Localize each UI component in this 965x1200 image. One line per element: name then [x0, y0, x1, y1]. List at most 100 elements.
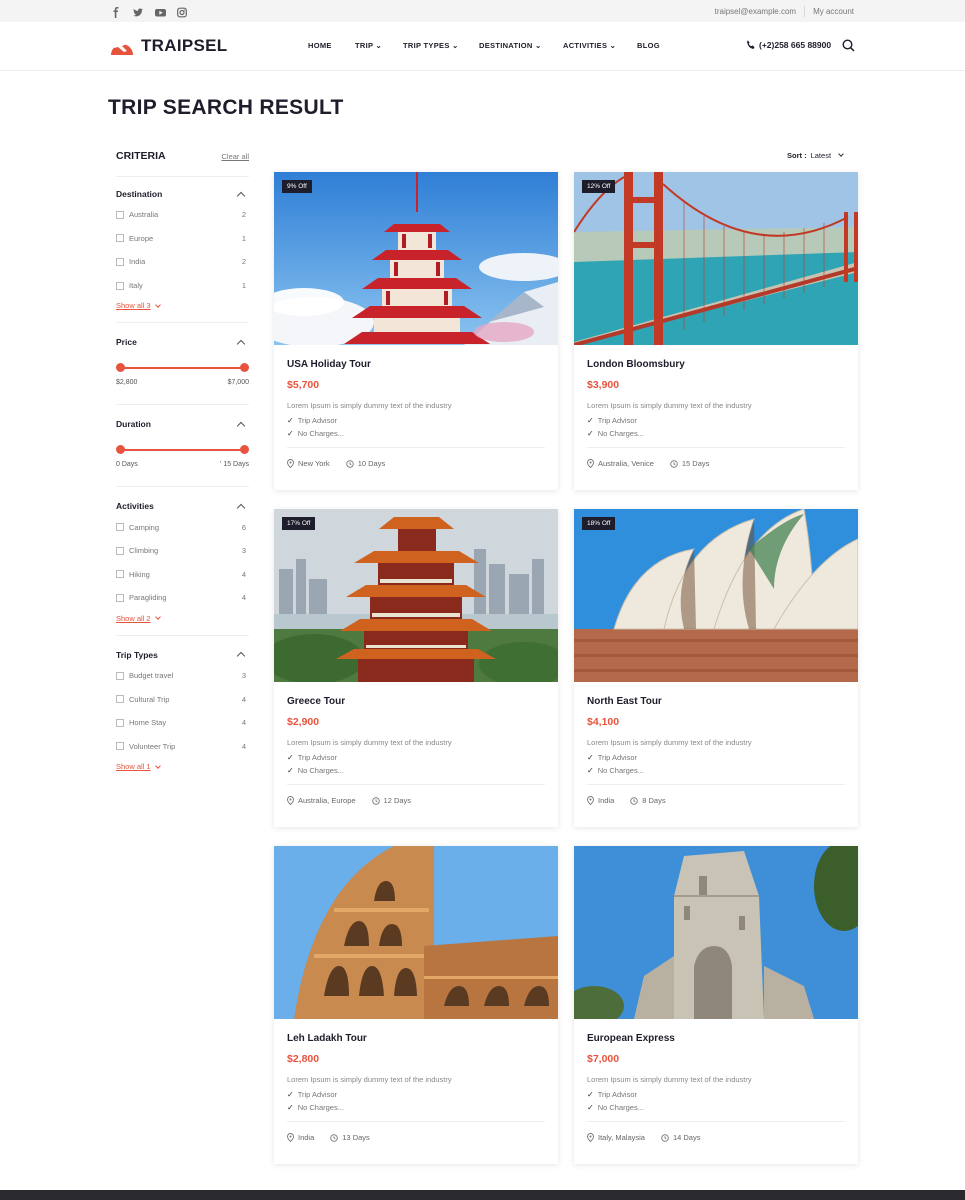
- trip-title[interactable]: Leh Ladakh Tour: [287, 1033, 545, 1044]
- nav-blog[interactable]: BLOG: [637, 41, 660, 50]
- trip-title[interactable]: Greece Tour: [287, 696, 545, 707]
- nav-activities[interactable]: ACTIVITIES ⌄: [563, 41, 637, 50]
- show-all-trip-types[interactable]: Show all 1: [116, 762, 249, 771]
- twitter-icon[interactable]: [133, 5, 143, 17]
- divider: [287, 447, 545, 448]
- duration-toggle[interactable]: Duration: [116, 419, 249, 431]
- trip-image-colosseum[interactable]: [274, 846, 558, 1019]
- filter-option[interactable]: Australia 2: [116, 203, 249, 227]
- filter-option[interactable]: Budget travel 3: [116, 664, 249, 688]
- trip-image-ruins-tower[interactable]: [574, 846, 858, 1019]
- trip-feature: ✓ No Charges...: [287, 766, 344, 775]
- trip-title[interactable]: European Express: [587, 1033, 845, 1044]
- checkbox[interactable]: [116, 695, 124, 704]
- check-icon: ✓: [287, 429, 294, 438]
- filter-option[interactable]: Italy 1: [116, 274, 249, 298]
- site-header: TRAIPSEL HOME TRIP ⌄ TRIP TYPES ⌄ DESTIN…: [0, 22, 965, 71]
- duration-max-handle[interactable]: [240, 445, 249, 455]
- nav-trip-types[interactable]: TRIP TYPES ⌄: [403, 41, 479, 50]
- trip-types-toggle[interactable]: Trip Types: [116, 650, 249, 661]
- trip-price: $2,800: [287, 1053, 320, 1065]
- trip-card[interactable]: 9% Off USA Holiday Tour $5,700 Lorem Ips…: [274, 172, 558, 490]
- top-email-link[interactable]: traipsel@example.com: [715, 7, 796, 16]
- trip-price: $2,900: [287, 716, 320, 728]
- nav-destination[interactable]: DESTINATION ⌄: [479, 41, 563, 50]
- nav-trip[interactable]: TRIP ⌄: [355, 41, 403, 50]
- checkbox[interactable]: [116, 742, 124, 751]
- activities-toggle[interactable]: Activities: [116, 501, 249, 513]
- checkbox[interactable]: [116, 593, 124, 602]
- checkbox[interactable]: [116, 281, 124, 290]
- price-max-handle[interactable]: [240, 363, 249, 373]
- checkbox[interactable]: [116, 570, 124, 579]
- main-nav: HOME TRIP ⌄ TRIP TYPES ⌄ DESTINATION ⌄ A…: [308, 41, 660, 50]
- check-icon: ✓: [287, 416, 294, 425]
- trip-feature: ✓ Trip Advisor: [587, 1090, 638, 1099]
- checkbox[interactable]: [116, 257, 124, 266]
- trip-card[interactable]: 18% Off North East Tour $4,100 Lorem Ips…: [574, 509, 858, 827]
- checkbox[interactable]: [116, 671, 124, 680]
- trip-price: $7,000: [587, 1053, 620, 1065]
- location-pin-icon: [287, 459, 294, 468]
- my-account-link[interactable]: My account: [813, 7, 854, 16]
- facebook-icon[interactable]: [111, 5, 121, 18]
- checkbox[interactable]: [116, 546, 124, 555]
- price-min-handle[interactable]: [116, 363, 125, 373]
- show-all-destination[interactable]: Show all 3: [116, 301, 249, 310]
- filter-option[interactable]: Camping 6: [116, 515, 249, 539]
- checkbox[interactable]: [116, 210, 124, 219]
- trip-title[interactable]: North East Tour: [587, 696, 845, 707]
- checkbox[interactable]: [116, 523, 124, 532]
- checkbox[interactable]: [116, 234, 124, 243]
- site-logo[interactable]: TRAIPSEL: [107, 35, 227, 57]
- check-icon: ✓: [287, 1090, 294, 1099]
- show-all-activities[interactable]: Show all 2: [116, 614, 249, 623]
- filter-option[interactable]: Climbing 3: [116, 539, 249, 563]
- filter-option[interactable]: Europe 1: [116, 227, 249, 251]
- nav-home[interactable]: HOME: [308, 41, 355, 50]
- criteria-sidebar: CRITERIA Clear all Destination Australia…: [116, 150, 249, 771]
- filter-option[interactable]: Home Stay 4: [116, 711, 249, 735]
- trip-card[interactable]: 12% Off London Bloomsbury $3,900 Lorem I…: [574, 172, 858, 490]
- trip-card[interactable]: 17% Off Greece Tour $2,900 Lorem Ipsum i…: [274, 509, 558, 827]
- top-bar: traipsel@example.com My account: [0, 0, 965, 22]
- trip-title[interactable]: London Bloomsbury: [587, 359, 845, 370]
- instagram-icon[interactable]: [177, 5, 187, 18]
- trip-location: Australia, Venice: [587, 459, 654, 468]
- clock-icon: [371, 796, 380, 805]
- check-icon: ✓: [287, 753, 294, 762]
- trip-image-tower[interactable]: 17% Off: [274, 509, 558, 682]
- divider: [587, 1121, 845, 1122]
- trip-image-pagoda[interactable]: 9% Off: [274, 172, 558, 345]
- destination-toggle[interactable]: Destination: [116, 189, 249, 200]
- trip-location: India: [587, 796, 614, 805]
- filter-option[interactable]: Paragliding 4: [116, 586, 249, 610]
- filter-option[interactable]: Cultural Trip 4: [116, 687, 249, 711]
- trip-image-opera-house[interactable]: 18% Off: [574, 509, 858, 682]
- clear-all-link[interactable]: Clear all: [221, 152, 249, 161]
- filter-option[interactable]: India 2: [116, 250, 249, 274]
- price-slider[interactable]: [116, 363, 249, 383]
- trip-card[interactable]: European Express $7,000 Lorem Ipsum is s…: [574, 846, 858, 1164]
- divider: [804, 6, 806, 17]
- filter-option[interactable]: Volunteer Trip 4: [116, 735, 249, 759]
- trip-duration: 13 Days: [330, 1133, 370, 1142]
- trip-card[interactable]: Leh Ladakh Tour $2,800 Lorem Ipsum is si…: [274, 846, 558, 1164]
- search-button[interactable]: [842, 39, 855, 57]
- discount-badge: 18% Off: [582, 517, 616, 530]
- duration-slider[interactable]: [116, 445, 249, 465]
- check-icon: ✓: [287, 766, 294, 775]
- checkbox[interactable]: [116, 718, 124, 727]
- trip-feature: ✓ Trip Advisor: [287, 753, 338, 762]
- header-phone[interactable]: (+2)258 665 88900: [746, 40, 831, 50]
- trip-title[interactable]: USA Holiday Tour: [287, 359, 545, 370]
- price-toggle[interactable]: Price: [116, 337, 249, 349]
- sort-dropdown[interactable]: Sort : Latest: [787, 151, 844, 160]
- youtube-icon[interactable]: [155, 5, 166, 17]
- filter-option[interactable]: Hiking 4: [116, 563, 249, 587]
- trip-price: $3,900: [587, 379, 620, 391]
- duration-min-handle[interactable]: [116, 445, 125, 455]
- trip-description: Lorem Ipsum is simply dummy text of the …: [287, 1075, 452, 1084]
- trip-feature: ✓ Trip Advisor: [287, 1090, 338, 1099]
- trip-image-bridge[interactable]: 12% Off: [574, 172, 858, 345]
